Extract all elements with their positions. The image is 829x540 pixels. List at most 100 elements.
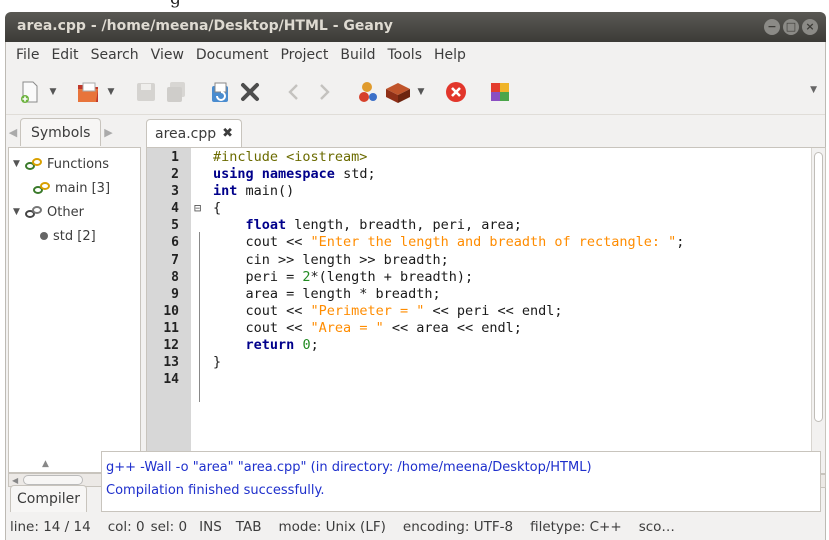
menu-project[interactable]: Project bbox=[274, 47, 334, 63]
editor-vertical-scrollbar[interactable] bbox=[811, 148, 825, 473]
toolbar: ▼ ▼ ▼ ▼ bbox=[6, 69, 825, 115]
token-text: ; bbox=[310, 337, 319, 354]
line-number: 13 bbox=[163, 355, 179, 371]
tab-label: area.cpp bbox=[155, 125, 217, 142]
caption-fragment: g bbox=[0, 0, 829, 12]
menu-tools[interactable]: Tools bbox=[382, 47, 429, 63]
sidebar: ◀ Symbols ▶ ▼ Functions main [3] ▼ Other… bbox=[6, 117, 142, 489]
tab-symbols[interactable]: Symbols bbox=[20, 118, 102, 146]
color-chooser-icon[interactable] bbox=[486, 78, 514, 106]
code-text: int main() bbox=[213, 183, 294, 200]
minimize-button[interactable]: − bbox=[764, 19, 780, 35]
other-symbol-icon bbox=[25, 205, 43, 219]
compiler-output[interactable]: g++ -Wall -o "area" "area.cpp" (in direc… bbox=[101, 451, 821, 512]
build-icon[interactable] bbox=[384, 78, 412, 106]
status-tab: TAB bbox=[235, 519, 262, 535]
token-str: "Enter the length and breadth of rectang… bbox=[310, 234, 677, 251]
menu-document[interactable]: Document bbox=[190, 47, 275, 63]
code-line[interactable]: 13} bbox=[147, 354, 807, 371]
status-encoding: encoding: UTF-8 bbox=[402, 519, 514, 535]
statusbar: line: 14 / 14 col: 0 sel: 0 INS TAB mode… bbox=[6, 514, 825, 540]
code-line[interactable]: 11 cout << "Area = " << area << endl; bbox=[147, 320, 807, 337]
code-line[interactable]: 5 float length, breadth, peri, area; bbox=[147, 217, 807, 234]
tree-item-main[interactable]: main [3] bbox=[9, 176, 140, 200]
code-line[interactable]: 8 peri = 2*(length + breadth); bbox=[147, 269, 807, 286]
build-dropdown-icon[interactable]: ▼ bbox=[414, 78, 428, 106]
code-line[interactable]: 10 cout << "Perimeter = " << peri << end… bbox=[147, 303, 807, 320]
code-line[interactable]: 6 cout << "Enter the length and breadth … bbox=[147, 234, 807, 251]
stop-icon[interactable] bbox=[442, 78, 470, 106]
status-filetype: filetype: C++ bbox=[530, 519, 622, 535]
new-file-dropdown-icon[interactable]: ▼ bbox=[46, 78, 60, 106]
code-line[interactable]: 7 cin >> length >> breadth; bbox=[147, 252, 807, 269]
code-line[interactable]: 1 #include <iostream> bbox=[147, 149, 807, 166]
tab-scroll-left-icon[interactable]: ◀ bbox=[6, 126, 20, 139]
code-line[interactable]: 2 using namespace std; bbox=[147, 166, 807, 183]
tab-close-icon[interactable]: ✖ bbox=[222, 126, 233, 141]
window-title: area.cpp - /home/meena/Desktop/HTML - Ge… bbox=[17, 18, 393, 34]
code-line[interactable]: 14 bbox=[147, 371, 807, 388]
code-line[interactable]: 12 return 0; bbox=[147, 337, 807, 354]
toolbar-overflow-icon[interactable]: ▼ bbox=[810, 85, 817, 95]
expander-icon[interactable]: ▼ bbox=[13, 207, 23, 217]
line-number: 11 bbox=[163, 320, 179, 336]
back-icon[interactable] bbox=[280, 78, 308, 106]
revert-icon[interactable] bbox=[206, 78, 234, 106]
menu-file[interactable]: File bbox=[10, 47, 45, 63]
code-text: peri = 2*(length + breadth); bbox=[213, 268, 474, 286]
token-str: "Area = " bbox=[310, 319, 384, 336]
scrollbar-thumb[interactable] bbox=[814, 152, 823, 422]
compiler-message[interactable]: g++ -Wall -o "area" "area.cpp" (in direc… bbox=[106, 458, 816, 481]
token-text: peri = bbox=[213, 268, 303, 285]
tab-compiler[interactable]: Compiler bbox=[10, 485, 88, 512]
token-text: cout << bbox=[213, 319, 311, 336]
fold-toggle-icon[interactable]: ⊟ bbox=[194, 200, 204, 217]
token-kw: return bbox=[245, 337, 295, 354]
menu-build[interactable]: Build bbox=[334, 47, 381, 63]
open-file-icon[interactable] bbox=[74, 78, 102, 106]
close-window-button[interactable]: × bbox=[802, 19, 818, 35]
code-text: area = length * breadth; bbox=[213, 286, 441, 303]
open-file-dropdown-icon[interactable]: ▼ bbox=[104, 78, 118, 106]
save-all-icon[interactable] bbox=[162, 78, 190, 106]
window-titlebar: area.cpp - /home/meena/Desktop/HTML - Ge… bbox=[5, 12, 826, 42]
new-file-icon[interactable] bbox=[16, 78, 44, 106]
token-text: cout << bbox=[213, 234, 311, 251]
status-scope: sco… bbox=[638, 519, 675, 535]
token-text: } bbox=[213, 354, 222, 371]
line-number: 1 bbox=[171, 150, 179, 165]
menu-edit[interactable]: Edit bbox=[45, 47, 84, 63]
tab-area-cpp[interactable]: area.cpp ✖ bbox=[146, 119, 243, 147]
token-text: { bbox=[213, 200, 222, 217]
tree-item-label: std [2] bbox=[53, 228, 96, 244]
code-line[interactable]: 3 int main() bbox=[147, 183, 807, 200]
compile-icon[interactable] bbox=[354, 78, 382, 106]
expander-icon[interactable]: ▼ bbox=[13, 159, 23, 169]
message-panel: ▲ Compiler g++ -Wall -o "area" "area.cpp… bbox=[6, 451, 825, 512]
token-text: area = length * breadth; bbox=[213, 285, 441, 302]
tab-scroll-right-icon[interactable]: ▶ bbox=[101, 126, 115, 139]
compiler-message[interactable]: Compilation finished successfully. bbox=[106, 481, 816, 504]
tree-item-std[interactable]: std [2] bbox=[9, 224, 140, 248]
tree-item-functions[interactable]: ▼ Functions bbox=[9, 152, 140, 176]
maximize-button[interactable]: □ bbox=[783, 19, 799, 35]
code-line[interactable]: 4 ⊟ { bbox=[147, 200, 807, 217]
save-icon[interactable] bbox=[132, 78, 160, 106]
forward-icon[interactable] bbox=[310, 78, 338, 106]
menu-search[interactable]: Search bbox=[85, 47, 145, 63]
line-number: 5 bbox=[171, 218, 179, 234]
menu-help[interactable]: Help bbox=[428, 47, 472, 63]
function-icon bbox=[33, 181, 51, 195]
tree-item-other[interactable]: ▼ Other bbox=[9, 200, 140, 224]
code-editor[interactable]: 1 #include <iostream> 2 using namespace std… bbox=[146, 147, 826, 474]
menu-view[interactable]: View bbox=[145, 47, 190, 63]
status-line: line: 14 / 14 bbox=[10, 519, 91, 535]
sidebar-tabbar: ◀ Symbols ▶ bbox=[6, 117, 142, 147]
scroll-up-icon[interactable]: ▲ bbox=[42, 459, 49, 469]
status-col: col: 0 bbox=[107, 519, 145, 535]
code-line[interactable]: 9 area = length * breadth; bbox=[147, 286, 807, 303]
message-tabbar: ▲ Compiler bbox=[6, 451, 96, 512]
token-str: "Perimeter = " bbox=[310, 302, 425, 319]
close-icon[interactable] bbox=[236, 78, 264, 106]
